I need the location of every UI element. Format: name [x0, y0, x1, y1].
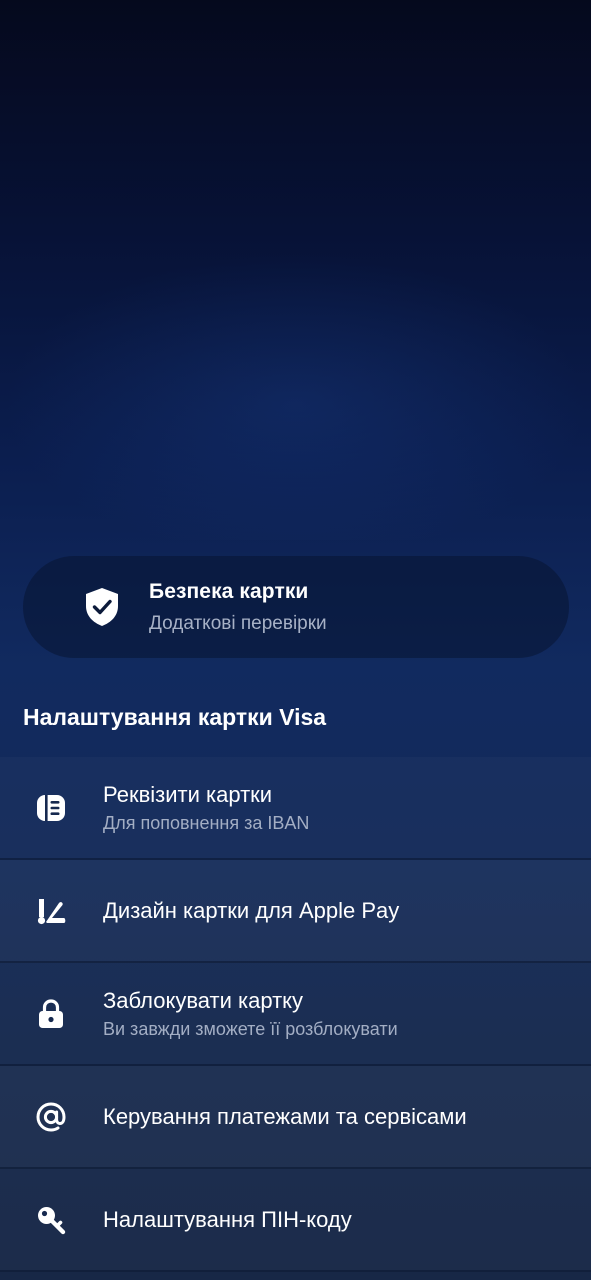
card-details-label: Реквізити картки [103, 781, 273, 807]
card-security-button[interactable]: Безпека картки Додаткові перевірки [23, 556, 569, 658]
card-details-item[interactable]: Реквізити картки Для поповнення за IBAN [0, 757, 591, 860]
card-security-title: Безпека картки [149, 579, 309, 603]
block-card-label: Заблокувати картку [103, 987, 304, 1013]
card-settings-list: Реквізити картки Для поповнення за IBAN … [0, 757, 591, 1272]
card-preview-area [0, 0, 591, 540]
at-sign-icon [35, 1101, 67, 1133]
apple-pay-design-label: Дизайн картки для Apple Pay [103, 897, 400, 923]
pin-settings-label: Налаштування ПІН-коду [103, 1206, 352, 1232]
card-details-sub: Для поповнення за IBAN [103, 812, 310, 833]
key-icon [35, 1204, 67, 1236]
apple-pay-design-item[interactable]: Дизайн картки для Apple Pay [0, 860, 591, 963]
pin-settings-item[interactable]: Налаштування ПІН-коду [0, 1169, 591, 1272]
payments-services-item[interactable]: Керування платежами та сервісами [0, 1066, 591, 1169]
card-details-icon [35, 792, 67, 824]
card-security-subtitle: Додаткові перевірки [149, 612, 327, 634]
shield-check-icon [83, 586, 121, 628]
block-card-sub: Ви завжди зможете її розблокувати [103, 1018, 398, 1039]
block-card-item[interactable]: Заблокувати картку Ви завжди зможете її … [0, 963, 591, 1066]
section-title: Налаштування картки Visa [23, 704, 327, 730]
lock-icon [35, 998, 67, 1030]
payments-services-label: Керування платежами та сервісами [103, 1103, 467, 1129]
brush-design-icon [35, 895, 67, 927]
